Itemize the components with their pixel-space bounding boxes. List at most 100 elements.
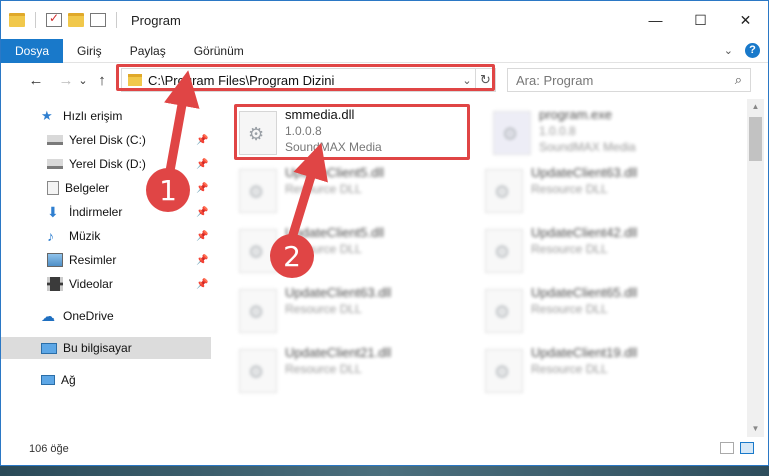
forward-button[interactable]: → — [55, 69, 77, 91]
tiles-view-icon[interactable] — [740, 442, 754, 454]
tab-dosya[interactable]: Dosya — [1, 38, 64, 63]
file-highlight-box — [234, 104, 470, 160]
item-count: 106 öğe — [29, 443, 69, 455]
file-name: UpdateClient63.dll — [531, 165, 638, 180]
desktop-background — [0, 466, 769, 476]
file-tile[interactable]: UpdateClient63.dll Resource DLL — [239, 285, 469, 339]
search-placeholder[interactable]: Ara: Program — [516, 73, 593, 88]
dll-file-icon — [239, 169, 277, 213]
sidebar-item-label: Ağ — [61, 373, 76, 387]
computer-icon — [41, 342, 57, 354]
folder-icon — [9, 13, 25, 27]
drive-icon — [47, 159, 63, 169]
step-1-badge: 1 — [146, 168, 190, 212]
file-description: Resource DLL — [285, 182, 362, 196]
details-view-icon[interactable] — [720, 442, 734, 454]
sidebar-item-onedrive[interactable]: ☁ OneDrive — [1, 305, 211, 327]
sidebar-item-label: Resimler — [69, 253, 117, 267]
separator — [35, 12, 36, 28]
file-description: Resource DLL — [531, 362, 608, 376]
minimize-button[interactable]: — — [633, 1, 678, 39]
sidebar-item-label: OneDrive — [63, 309, 114, 323]
customize-toolbar-icon[interactable] — [90, 13, 106, 27]
close-button[interactable]: ✕ — [723, 1, 768, 39]
sidebar-item-local-disk-c[interactable]: Yerel Disk (C:) 📌 — [1, 129, 211, 151]
search-icon[interactable]: ⌕ — [735, 72, 742, 88]
pin-icon[interactable]: 📌 — [196, 207, 208, 218]
dll-file-icon — [485, 229, 523, 273]
file-tile[interactable]: UpdateClient19.dll Resource DLL — [485, 345, 715, 399]
file-description: Resource DLL — [531, 182, 608, 196]
video-icon — [47, 277, 63, 291]
picture-icon — [47, 253, 63, 267]
search-box[interactable]: Ara: Program ⌕ — [507, 68, 751, 92]
sidebar-item-music[interactable]: ♪ Müzik 📌 — [1, 225, 211, 247]
file-description: SoundMAX Media — [539, 140, 636, 154]
status-bar: 106 öğe — [1, 438, 768, 460]
sidebar-item-label: Yerel Disk (D:) — [69, 157, 146, 171]
pin-icon[interactable]: 📌 — [196, 255, 208, 266]
pin-icon[interactable]: 📌 — [196, 183, 208, 194]
scroll-up-icon[interactable]: ▲ — [747, 99, 764, 115]
file-tile[interactable]: UpdateClient65.dll Resource DLL — [485, 285, 715, 339]
file-version: 1.0.0.8 — [539, 124, 576, 138]
sidebar-item-label: Videolar — [69, 277, 113, 291]
sidebar-item-label: Yerel Disk (C:) — [69, 133, 146, 147]
document-icon — [47, 181, 59, 195]
pin-icon[interactable]: 📌 — [196, 279, 208, 290]
file-tile[interactable]: UpdateClient21.dll Resource DLL — [239, 345, 469, 399]
sidebar-item-videos[interactable]: Videolar 📌 — [1, 273, 211, 295]
network-icon — [41, 375, 55, 385]
file-tile-program-exe[interactable]: program.exe 1.0.0.8 SoundMAX Media — [493, 107, 723, 161]
sidebar-item-this-pc[interactable]: Bu bilgisayar — [1, 337, 211, 359]
pin-icon[interactable]: 📌 — [196, 231, 208, 242]
file-name: UpdateClient42.dll — [531, 225, 638, 240]
pin-icon[interactable]: 📌 — [196, 159, 208, 170]
sidebar-item-label: Belgeler — [65, 181, 110, 195]
dll-file-icon — [485, 169, 523, 213]
chevron-down-icon[interactable]: ⌄ — [724, 44, 733, 57]
cloud-icon: ☁ — [41, 308, 55, 324]
file-name: UpdateClient63.dll — [285, 285, 392, 300]
file-description: Resource DLL — [531, 242, 608, 256]
properties-check-icon[interactable] — [46, 11, 62, 27]
file-name: UpdateClient5.dll — [285, 165, 385, 180]
file-tile[interactable]: UpdateClient5.dll Resource DLL — [239, 165, 469, 219]
file-description: Resource DLL — [531, 302, 608, 316]
sidebar-item-network[interactable]: Ağ — [1, 369, 211, 391]
tab-gorunum[interactable]: Görünüm — [180, 39, 258, 63]
sidebar-item-pictures[interactable]: Resimler 📌 — [1, 249, 211, 271]
up-button[interactable]: ↑ — [91, 69, 113, 91]
scroll-down-icon[interactable]: ▼ — [747, 421, 764, 437]
ribbon-right-controls: ⌄ ? — [724, 43, 760, 58]
back-button[interactable]: ← — [25, 69, 47, 91]
new-folder-icon[interactable] — [68, 13, 84, 27]
file-tile[interactable]: UpdateClient42.dll Resource DLL — [485, 225, 715, 279]
window-title: Program — [131, 12, 181, 28]
dll-file-icon — [485, 289, 523, 333]
file-name: UpdateClient19.dll — [531, 345, 638, 360]
sidebar-item-quick-access[interactable]: ★ Hızlı erişim — [1, 105, 211, 127]
tab-giris[interactable]: Giriş — [63, 39, 116, 63]
sidebar-item-label: Hızlı erişim — [63, 109, 123, 123]
download-icon: ⬇ — [47, 204, 59, 220]
scroll-thumb[interactable] — [749, 117, 762, 161]
step-2-badge: 2 — [270, 234, 314, 278]
recent-locations-button[interactable]: ⌄ — [77, 69, 89, 91]
separator — [116, 12, 117, 28]
sidebar-item-label: Müzik — [69, 229, 101, 243]
file-tile[interactable]: UpdateClient63.dll Resource DLL — [485, 165, 715, 219]
vertical-scrollbar[interactable]: ▲ ▼ — [747, 99, 764, 437]
sidebar-item-label: Bu bilgisayar — [63, 341, 132, 355]
exe-file-icon — [493, 111, 531, 155]
maximize-button[interactable]: ☐ — [678, 1, 723, 39]
file-name: UpdateClient21.dll — [285, 345, 392, 360]
view-switcher — [720, 442, 754, 454]
help-icon[interactable]: ? — [745, 43, 760, 58]
file-description: Resource DLL — [285, 302, 362, 316]
dll-file-icon — [485, 349, 523, 393]
pin-icon[interactable]: 📌 — [196, 135, 208, 146]
quick-access-toolbar: Program — [9, 11, 181, 28]
dll-file-icon — [239, 289, 277, 333]
tab-paylas[interactable]: Paylaş — [116, 39, 180, 63]
